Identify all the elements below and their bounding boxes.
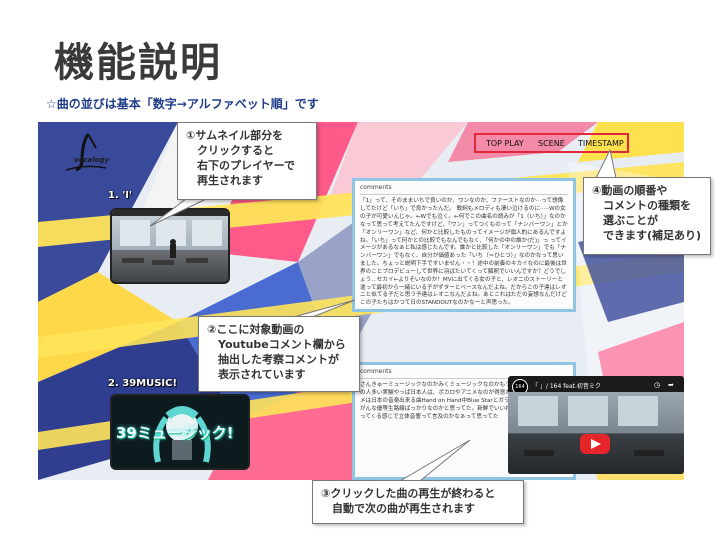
- callout-thumbnail: ①サムネイル部分を クリックすると 右下のプレイヤーで 再生されます: [177, 122, 317, 200]
- callout-comments: ②ここに対象動画の Youtubeコメント欄から 抽出した考察コメントが 表示さ…: [198, 316, 360, 392]
- callout-pointers: [149, 148, 617, 482]
- callout-nav: ④動画の順番や コメントの種類を 選ぶことが できます(補足あり): [583, 177, 711, 255]
- callout-autoplay: ③クリックした曲の再生が終わると 自動で次の曲が再生されます: [312, 480, 524, 524]
